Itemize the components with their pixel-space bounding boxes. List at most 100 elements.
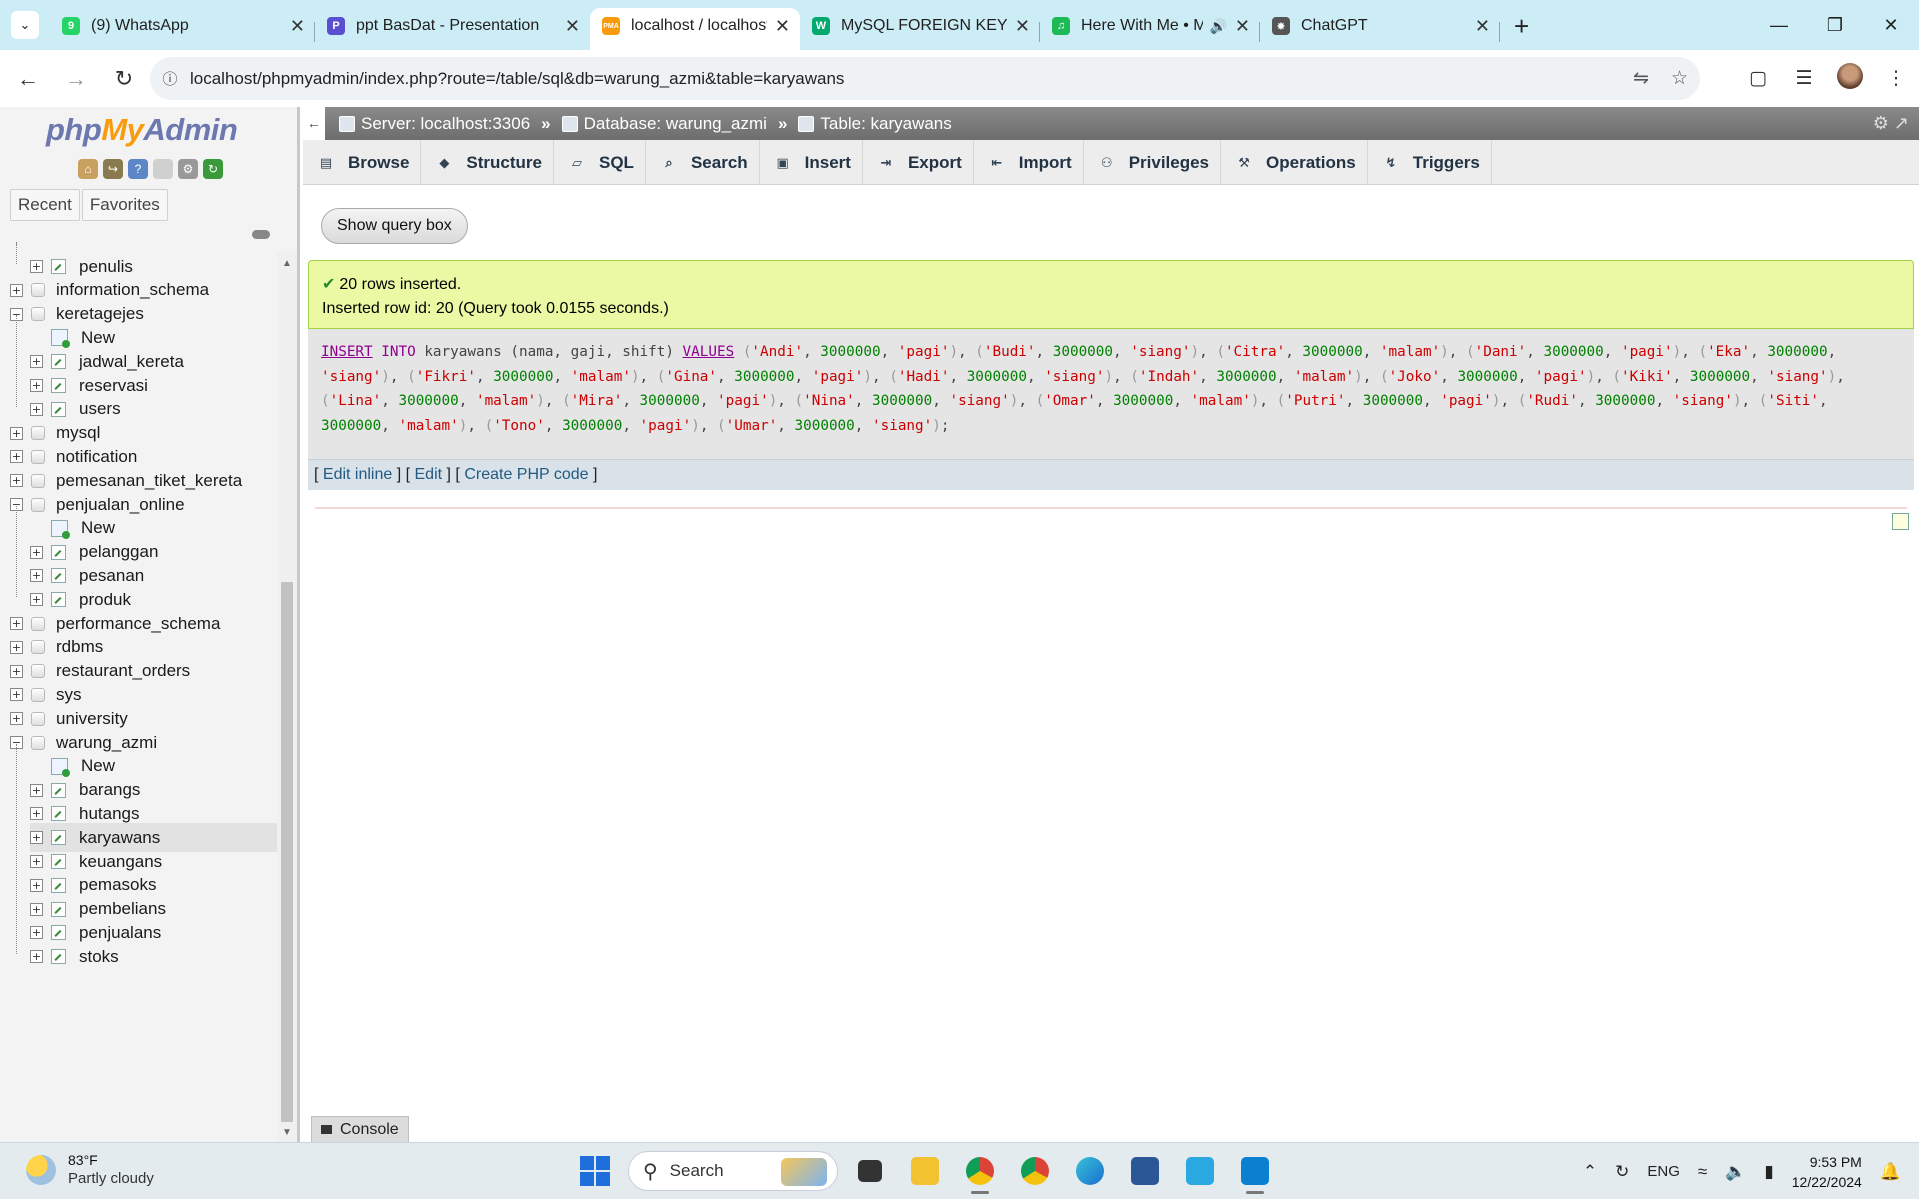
tree-label[interactable]: mysql bbox=[56, 423, 100, 443]
taskbar-search[interactable]: ⚲ Search bbox=[628, 1151, 838, 1191]
tree-label[interactable]: jadwal_kereta bbox=[79, 352, 184, 372]
expand-icon[interactable]: + bbox=[10, 640, 23, 654]
tree-label[interactable]: stoks bbox=[79, 947, 119, 967]
expand-icon[interactable]: + bbox=[30, 379, 43, 392]
link-with-main-icon[interactable] bbox=[252, 230, 270, 239]
media-control-icon[interactable]: ☰ bbox=[1781, 67, 1827, 90]
battery-icon[interactable]: ▮ bbox=[1764, 1162, 1773, 1182]
task-view-icon[interactable] bbox=[847, 1148, 893, 1194]
edit-link[interactable]: Edit bbox=[415, 466, 443, 483]
tree-label[interactable]: sys bbox=[56, 685, 82, 705]
help-icon[interactable]: ? bbox=[128, 159, 148, 179]
notification-bell-icon[interactable]: 🔔 bbox=[1880, 1162, 1901, 1182]
tree-label[interactable]: barangs bbox=[79, 780, 140, 800]
translate-icon[interactable]: ⇋ bbox=[1633, 67, 1649, 90]
browser-tab[interactable]: W MySQL FOREIGN KEY Cons ✕ bbox=[800, 8, 1040, 50]
collapse-nav-icon[interactable]: ← bbox=[303, 107, 325, 140]
word-icon[interactable] bbox=[1122, 1148, 1168, 1194]
tab-insert[interactable]: ▣ Insert bbox=[760, 140, 863, 185]
edit-inline-link[interactable]: Edit inline bbox=[323, 466, 392, 483]
settings-icon[interactable]: ⚙ bbox=[178, 159, 198, 179]
logout-icon[interactable]: ↪ bbox=[103, 159, 123, 179]
breadcrumb-server[interactable]: Server: localhost:3306 bbox=[361, 114, 530, 134]
language-indicator[interactable]: ENG bbox=[1647, 1163, 1680, 1180]
clock[interactable]: 9:53 PM 12/22/2024 bbox=[1792, 1152, 1862, 1192]
tab-export[interactable]: ⇥ Export bbox=[863, 140, 974, 185]
address-bar[interactable]: ⓘ localhost/phpmyadmin/index.php?route=/… bbox=[150, 57, 1700, 100]
expand-icon[interactable]: + bbox=[10, 450, 23, 464]
close-tab-icon[interactable]: ✕ bbox=[1235, 16, 1250, 37]
restore-icon[interactable]: ❐ bbox=[1807, 0, 1863, 50]
tree-label[interactable]: pelanggan bbox=[79, 542, 158, 562]
close-tab-icon[interactable]: ✕ bbox=[290, 16, 305, 37]
tab-operations[interactable]: ⚒ Operations bbox=[1221, 140, 1368, 185]
notepad-icon[interactable] bbox=[1892, 513, 1909, 530]
back-icon[interactable]: ← bbox=[4, 66, 52, 92]
tab-browse[interactable]: ▤ Browse bbox=[303, 140, 422, 185]
expand-icon[interactable]: + bbox=[30, 355, 43, 369]
close-tab-icon[interactable]: ✕ bbox=[1015, 16, 1030, 37]
favorites-button[interactable]: Favorites bbox=[81, 189, 168, 221]
tree-label[interactable]: rdbms bbox=[56, 637, 103, 657]
weather-widget[interactable]: 83°F Partly cloudy bbox=[26, 1152, 154, 1187]
chrome-icon[interactable] bbox=[1012, 1148, 1058, 1194]
tree-label[interactable]: pemesanan_tiket_kereta bbox=[56, 471, 242, 491]
reload-icon[interactable]: ↻ bbox=[100, 66, 148, 92]
expand-icon[interactable]: + bbox=[30, 902, 43, 916]
tree-label[interactable]: restaurant_orders bbox=[56, 661, 190, 681]
tree-label[interactable]: hutangs bbox=[79, 804, 140, 824]
expand-icon[interactable]: + bbox=[30, 807, 43, 821]
volume-icon[interactable]: 🔈 bbox=[1725, 1162, 1746, 1182]
browser-tab[interactable]: ✸ ChatGPT ✕ bbox=[1260, 8, 1500, 50]
docs-icon[interactable] bbox=[153, 159, 173, 179]
wifi-icon[interactable]: ≈ bbox=[1698, 1162, 1707, 1182]
forward-icon[interactable]: → bbox=[52, 66, 100, 92]
expand-icon[interactable]: + bbox=[30, 878, 43, 892]
expand-icon[interactable]: + bbox=[10, 688, 23, 702]
tree-label[interactable]: performance_schema bbox=[56, 614, 220, 634]
expand-icon[interactable]: + bbox=[30, 926, 43, 940]
tree-label[interactable]: New bbox=[81, 518, 115, 538]
tab-sql[interactable]: ▱ SQL bbox=[554, 140, 646, 185]
expand-icon[interactable]: + bbox=[30, 593, 43, 607]
breadcrumb-table[interactable]: Table: karyawans bbox=[820, 114, 951, 134]
browser-tab[interactable]: 9 (9) WhatsApp ✕ bbox=[50, 8, 315, 50]
audio-playing-icon[interactable]: 🔊 bbox=[1209, 18, 1226, 35]
tree-label[interactable]: pemasoks bbox=[79, 875, 156, 895]
new-tab-button[interactable]: + bbox=[1514, 11, 1529, 42]
browser-menu-icon[interactable]: ⋮ bbox=[1873, 67, 1919, 90]
recent-button[interactable]: Recent bbox=[10, 189, 80, 221]
vscode-icon[interactable] bbox=[1232, 1148, 1278, 1194]
file-explorer-icon[interactable] bbox=[902, 1148, 948, 1194]
create-php-code-link[interactable]: Create PHP code bbox=[464, 466, 588, 483]
tab-triggers[interactable]: ↯ Triggers bbox=[1368, 140, 1492, 185]
tree-label[interactable]: New bbox=[81, 328, 115, 348]
tree-label[interactable]: pesanan bbox=[79, 566, 144, 586]
expand-icon[interactable]: + bbox=[30, 950, 43, 964]
tree-label[interactable]: New bbox=[81, 756, 115, 776]
expand-icon[interactable]: + bbox=[10, 283, 23, 297]
page-settings-icon[interactable]: ⚙ ↗ bbox=[1873, 107, 1909, 140]
expand-icon[interactable]: + bbox=[10, 474, 23, 488]
tree-label[interactable]: penjualan_online bbox=[56, 495, 185, 515]
close-tab-icon[interactable]: ✕ bbox=[565, 16, 580, 37]
show-query-box-button[interactable]: Show query box bbox=[321, 208, 468, 244]
tree-label[interactable]: karyawans bbox=[79, 828, 160, 848]
expand-icon[interactable]: + bbox=[30, 855, 43, 868]
tree-label[interactable]: pembelians bbox=[79, 899, 166, 919]
bookmark-star-icon[interactable]: ☆ bbox=[1671, 67, 1688, 90]
tree-label[interactable]: notification bbox=[56, 447, 137, 467]
minimize-icon[interactable]: — bbox=[1751, 0, 1807, 50]
expand-icon[interactable]: + bbox=[30, 402, 43, 416]
tree-label[interactable]: information_schema bbox=[56, 280, 209, 300]
expand-icon[interactable]: + bbox=[30, 831, 43, 845]
tree-label[interactable]: produk bbox=[79, 590, 131, 610]
tree-label[interactable]: university bbox=[56, 709, 128, 729]
edge-icon[interactable] bbox=[1067, 1148, 1113, 1194]
scroll-thumb[interactable] bbox=[281, 582, 293, 1122]
extensions-icon[interactable]: ▢ bbox=[1735, 67, 1781, 90]
close-window-icon[interactable]: ✕ bbox=[1863, 0, 1919, 50]
tab-privileges[interactable]: ⚇ Privileges bbox=[1084, 140, 1222, 185]
url-text[interactable]: localhost/phpmyadmin/index.php?route=/ta… bbox=[190, 69, 844, 89]
tree-label[interactable]: penulis bbox=[79, 257, 133, 277]
